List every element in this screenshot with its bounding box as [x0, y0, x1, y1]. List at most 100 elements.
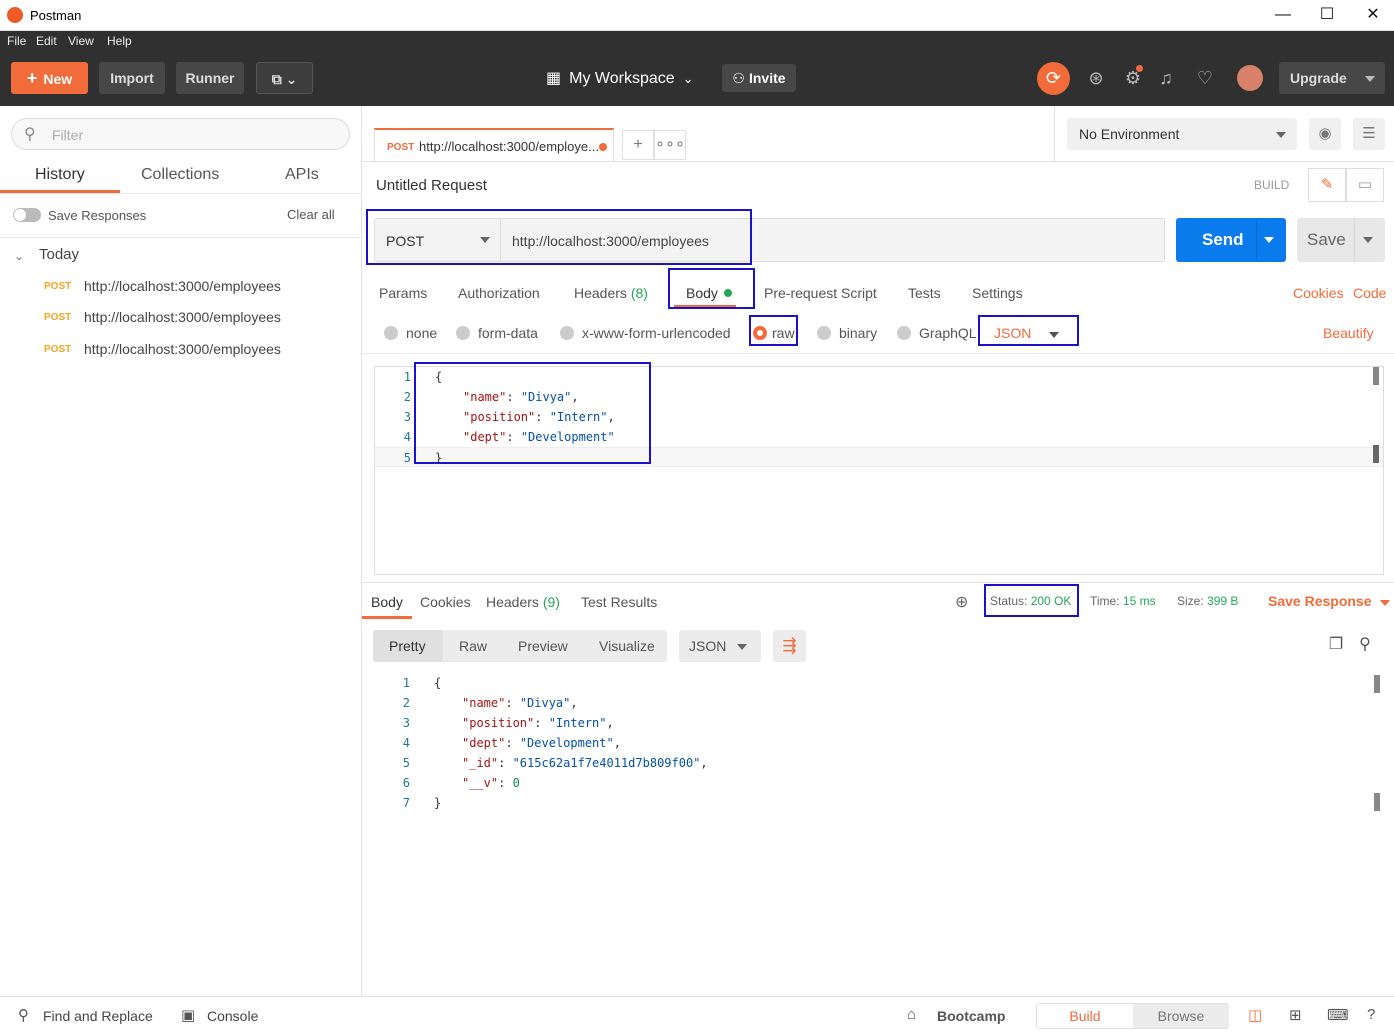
heart-icon[interactable]: ♡	[1191, 64, 1219, 92]
console-button[interactable]: Console	[207, 1008, 258, 1024]
request-title[interactable]: Untitled Request	[376, 177, 487, 194]
wrap-lines-icon[interactable]: ⇶	[773, 630, 806, 662]
json-key: "position"	[462, 716, 535, 730]
tab-collections[interactable]: Collections	[141, 166, 219, 184]
history-group-today[interactable]: Today	[39, 246, 79, 263]
view-mode-visualize[interactable]: Visualize	[599, 638, 655, 654]
tab-body[interactable]: Body	[686, 285, 732, 301]
code-line: 3 "position": "Intern",	[375, 407, 1383, 427]
code-link[interactable]: Code	[1353, 285, 1386, 301]
editor-scroll-marker	[1373, 445, 1379, 463]
search-icon[interactable]: ⚲	[18, 1006, 29, 1024]
view-mode-preview[interactable]: Preview	[518, 638, 568, 654]
history-item[interactable]: POST http://localhost:3000/employees	[0, 303, 361, 333]
console-icon[interactable]: ▣	[181, 1006, 195, 1024]
maximize-button[interactable]: ☐	[1316, 4, 1338, 26]
two-pane-view-icon[interactable]: ◫	[1248, 1006, 1262, 1024]
menu-view[interactable]: View	[68, 34, 94, 48]
clear-all-button[interactable]: Clear all	[287, 207, 335, 222]
body-mode-label: x-www-form-urlencoded	[582, 325, 731, 341]
body-mode-label: form-data	[478, 325, 538, 341]
body-language-select[interactable]: JSON	[994, 325, 1060, 341]
avatar[interactable]	[1237, 65, 1263, 91]
find-replace-button[interactable]: Find and Replace	[43, 1008, 153, 1024]
tab-headers[interactable]: Headers (8)	[574, 285, 648, 301]
menu-help[interactable]: Help	[107, 34, 132, 48]
resp-tab-cookies[interactable]: Cookies	[420, 594, 471, 610]
body-mode-label: binary	[839, 325, 878, 341]
method-select[interactable]: POST	[375, 219, 501, 261]
request-tab-url: http://localhost:3000/employe...	[419, 139, 599, 154]
code-text: "position": "Intern",	[462, 716, 614, 730]
resp-tab-headers[interactable]: Headers (9)	[486, 594, 560, 610]
resp-tab-headers-label: Headers	[486, 594, 539, 610]
search-icon[interactable]: ⚲	[1354, 634, 1376, 656]
cookies-link[interactable]: Cookies	[1293, 285, 1344, 301]
viewer-scrollbar[interactable]	[1374, 675, 1380, 693]
save-options-caret-icon[interactable]	[1363, 237, 1373, 243]
copy-icon[interactable]: ❐	[1325, 634, 1347, 656]
browse-mode-button[interactable]: Browse	[1133, 1004, 1229, 1028]
tab-history[interactable]: History	[35, 166, 85, 184]
url-input[interactable]: http://localhost:3000/employees	[512, 233, 709, 249]
tab-prerequest-script[interactable]: Pre-request Script	[764, 285, 877, 301]
menu-edit[interactable]: Edit	[36, 34, 57, 48]
keyboard-shortcuts-icon[interactable]: ⌨	[1327, 1006, 1349, 1024]
help-icon[interactable]: ?	[1367, 1006, 1375, 1023]
new-window-button[interactable]: ⧉ ⌄	[256, 62, 313, 94]
history-item[interactable]: POST http://localhost:3000/employees	[0, 335, 361, 365]
line-number: 2	[403, 390, 411, 404]
runner-button[interactable]: Runner	[176, 62, 244, 94]
title-bar: Postman — ☐ ✕	[0, 0, 1394, 31]
add-tab-icon[interactable]: +	[622, 130, 654, 160]
request-tab[interactable]: POST http://localhost:3000/employe...	[374, 128, 614, 162]
import-button[interactable]: Import	[99, 62, 165, 94]
resp-tab-test-results[interactable]: Test Results	[581, 594, 657, 610]
request-body-editor[interactable]: 1{ 2 "name": "Divya", 3 "position": "Inter…	[374, 366, 1384, 575]
tab-tests[interactable]: Tests	[908, 285, 941, 301]
menu-bar: File Edit View Help	[0, 31, 1394, 51]
tab-apis[interactable]: APIs	[285, 166, 319, 184]
tab-options-icon[interactable]: ∘∘∘	[654, 130, 686, 160]
manage-environments-icon[interactable]: ☰	[1353, 118, 1385, 150]
beautify-link[interactable]: Beautify	[1323, 325, 1374, 341]
build-mode-button[interactable]: Build	[1037, 1004, 1133, 1028]
upgrade-button[interactable]: Upgrade	[1279, 62, 1385, 94]
layout-icon[interactable]: ⊞	[1289, 1006, 1302, 1024]
tab-authorization[interactable]: Authorization	[458, 285, 540, 301]
globe-icon[interactable]: ⊕	[955, 592, 968, 612]
view-mode-pretty[interactable]: Pretty	[389, 638, 426, 654]
send-options-caret-icon[interactable]	[1264, 237, 1274, 243]
filter-input[interactable]: ⚲ Filter	[11, 118, 350, 150]
history-item[interactable]: POST http://localhost:3000/employees	[0, 272, 361, 302]
resp-tab-body[interactable]: Body	[371, 594, 403, 610]
capture-requests-icon[interactable]: ⊛	[1082, 64, 1110, 92]
send-button[interactable]: Send	[1176, 218, 1286, 262]
bootcamp-button[interactable]: Bootcamp	[937, 1008, 1005, 1024]
menu-file[interactable]: File	[7, 34, 26, 48]
save-response-button[interactable]: Save Response	[1268, 593, 1390, 609]
eye-icon[interactable]: ◉	[1309, 118, 1341, 150]
comments-icon[interactable]: ▭	[1346, 168, 1384, 202]
edit-pencil-icon[interactable]: ✎	[1308, 168, 1346, 202]
response-language-select[interactable]: JSON	[679, 630, 761, 662]
sync-icon[interactable]: ⟳	[1037, 62, 1070, 95]
save-button[interactable]: Save	[1297, 218, 1385, 262]
notifications-bell-icon[interactable]: ♫	[1152, 64, 1180, 92]
response-body-viewer[interactable]: 1{ 2 "name": "Divya", 3 "position": "Inter…	[374, 673, 1384, 833]
save-divider	[1354, 218, 1355, 262]
save-responses-toggle[interactable]	[13, 208, 41, 222]
code-text: }	[434, 796, 442, 810]
tab-settings[interactable]: Settings	[972, 285, 1023, 301]
workspace-switcher[interactable]: ▦ My Workspace ⌄	[546, 68, 694, 88]
minimize-button[interactable]: —	[1272, 4, 1294, 26]
new-button[interactable]: + New	[11, 62, 88, 94]
environment-select[interactable]: No Environment	[1067, 118, 1297, 150]
view-mode-raw[interactable]: Raw	[459, 638, 487, 654]
invite-button[interactable]: ⚇ Invite	[722, 64, 796, 92]
editor-scrollbar[interactable]	[1373, 367, 1379, 385]
bootcamp-icon[interactable]: ⌂	[907, 1006, 916, 1023]
tab-params[interactable]: Params	[379, 285, 427, 301]
chevron-down-icon[interactable]: ⌄	[14, 249, 24, 263]
close-button[interactable]: ✕	[1362, 4, 1384, 26]
